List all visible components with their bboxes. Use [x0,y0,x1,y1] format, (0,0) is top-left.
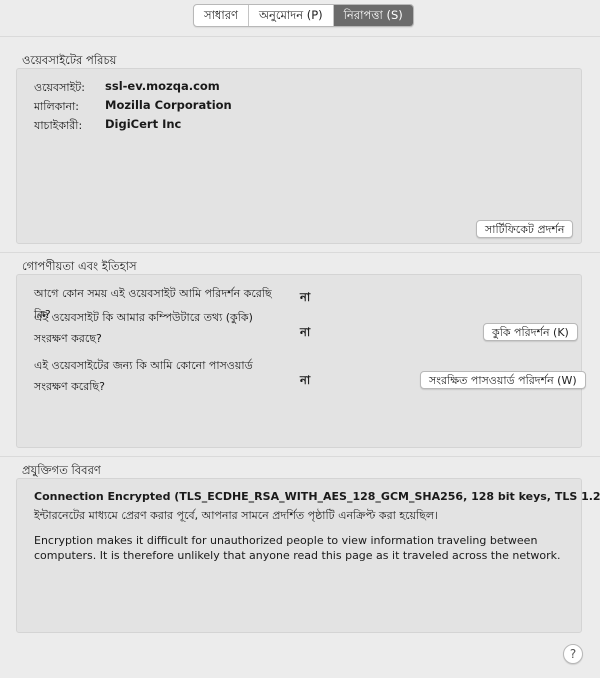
identity-label: ওয়েবসাইট: [34,81,85,94]
identity-label: যাচাইকারী: [34,119,83,132]
privacy-answer-visited: না [300,290,311,304]
identity-label: মালিকানা: [34,100,79,113]
tab-general[interactable]: সাধারণ [194,5,249,26]
tab-permissions[interactable]: অনুমোদন (P) [249,5,334,26]
view-cookies-button[interactable]: কুকি পরিদর্শন (K) [483,323,578,341]
view-certificate-button[interactable]: সার্টিফিকেট প্রদর্শন [476,220,574,238]
technical-details-box: Connection Encrypted (TLS_ECDHE_RSA_WITH… [16,478,600,633]
website-identity-box: ওয়েবসাইট: ssl-ev.mozqa.com মালিকানা: Mo… [16,68,582,244]
privacy-question-cookies: এই ওয়েবসাইট কি আমার কম্পিউটারে তথ্য (কু… [34,311,253,345]
identity-value: ssl-ev.mozqa.com [105,79,220,93]
section-separator [0,456,600,457]
tab-security[interactable]: নিরাপত্তা (S) [333,5,413,26]
privacy-history-box: আগে কোন সময় এই ওয়েবসাইট আমি পরিদর্শন ক… [16,274,586,448]
encrypted-note-text: ইন্টারনেটের মাধ্যমে প্রেরণ করার পূর্বে, … [34,509,438,522]
section-separator [0,252,600,253]
view-saved-passwords-button[interactable]: সংরক্ষিত পাসওয়ার্ড পরিদর্শন (W) [420,371,586,389]
tab-bar: সাধারণ অনুমোদন (P) নিরাপত্তা (S) [193,4,414,27]
header-separator [0,36,600,37]
encryption-explanation-text: Encryption makes it difficult for unauth… [34,534,561,562]
connection-encrypted-text: Connection Encrypted (TLS_ECDHE_RSA_WITH… [34,490,600,503]
privacy-answer-passwords: না [300,373,311,387]
identity-value: Mozilla Corporation [105,98,232,112]
privacy-answer-cookies: না [300,325,311,339]
help-icon[interactable]: ? [563,644,583,664]
identity-value: DigiCert Inc [105,117,182,131]
privacy-question-passwords: এই ওয়েবসাইটের জন্য কি আমি কোনো পাসওয়ার… [34,359,253,393]
